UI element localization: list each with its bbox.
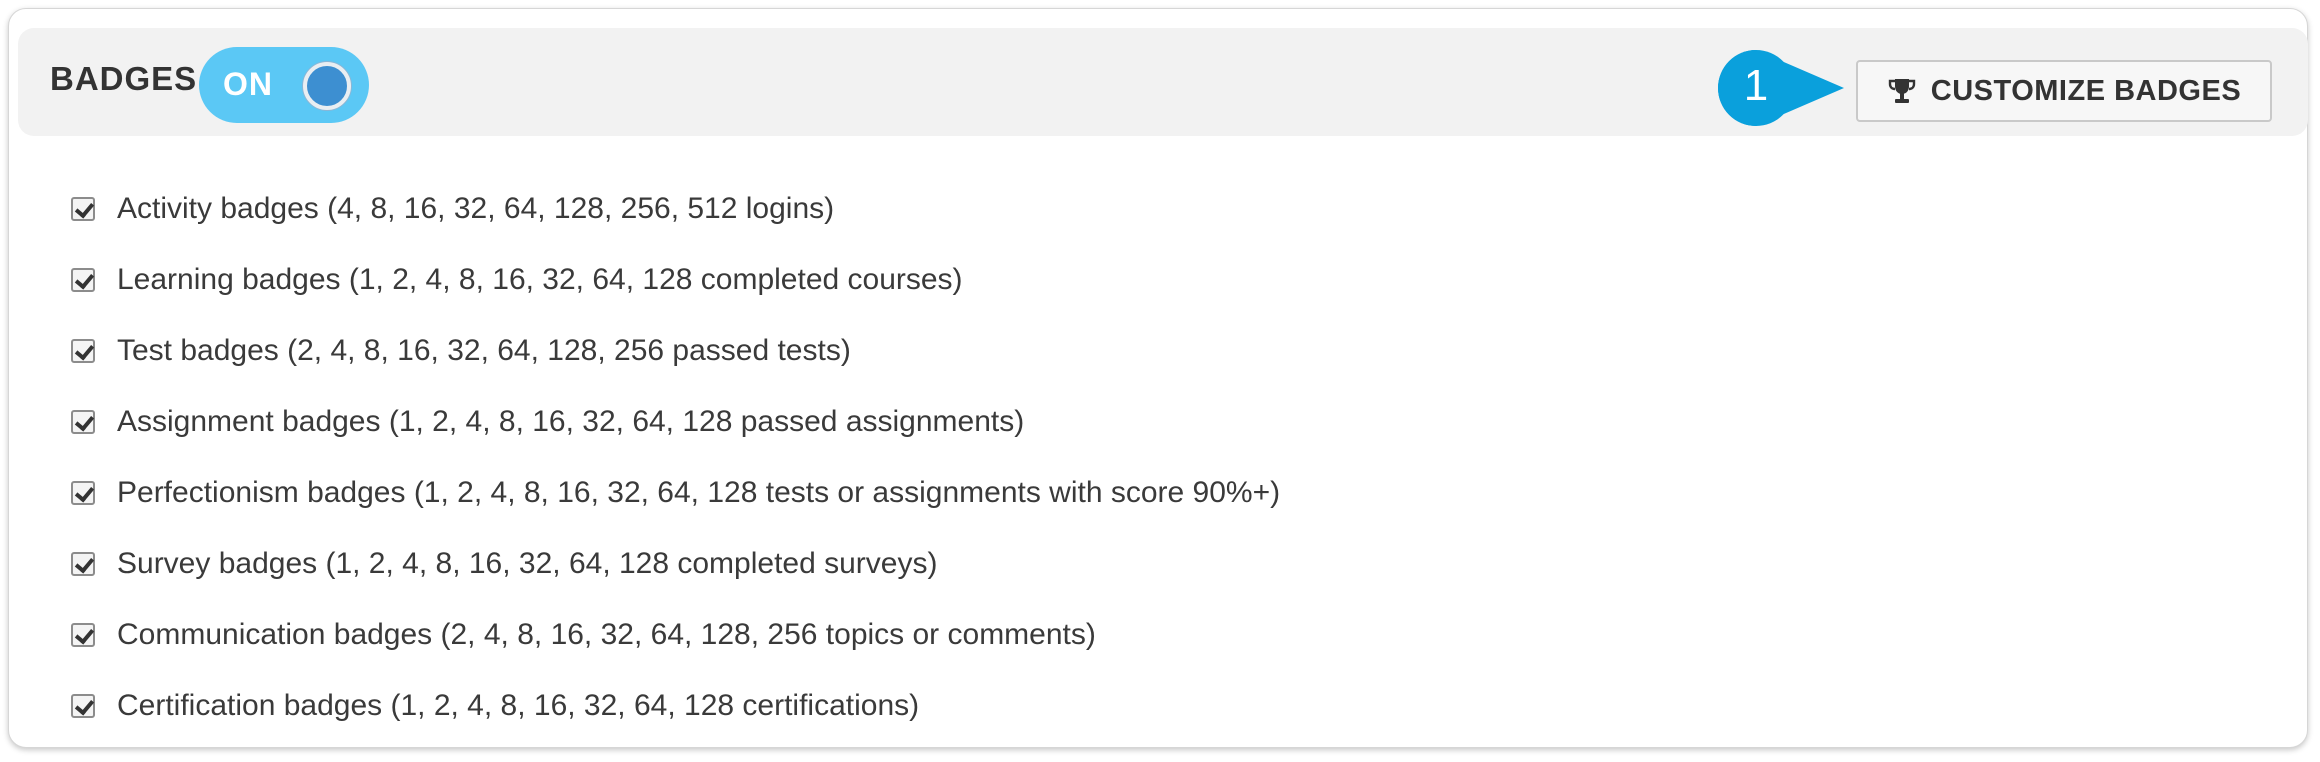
badge-option-certification: Certification badges (1, 2, 4, 8, 16, 32… bbox=[71, 686, 919, 726]
toggle-knob[interactable] bbox=[303, 62, 351, 110]
badge-option-learning: Learning badges (1, 2, 4, 8, 16, 32, 64,… bbox=[71, 260, 963, 300]
certification-badges-checkbox[interactable] bbox=[71, 694, 95, 718]
badge-option-label: Survey badges (1, 2, 4, 8, 16, 32, 64, 1… bbox=[117, 547, 938, 580]
badges-header: BADGES ON 1 CUSTOMIZE BADGES bbox=[18, 28, 2308, 136]
assignment-badges-checkbox[interactable] bbox=[71, 410, 95, 434]
communication-badges-checkbox[interactable] bbox=[71, 623, 95, 647]
badge-option-label: Activity badges (4, 8, 16, 32, 64, 128, … bbox=[117, 192, 835, 225]
badge-option-label: Perfectionism badges (1, 2, 4, 8, 16, 32… bbox=[117, 476, 1281, 509]
activity-badges-checkbox[interactable] bbox=[71, 197, 95, 221]
test-badges-checkbox[interactable] bbox=[71, 339, 95, 363]
trophy-icon bbox=[1888, 79, 1915, 103]
badge-option-communication: Communication badges (2, 4, 8, 16, 32, 6… bbox=[71, 615, 1096, 655]
section-title: BADGES bbox=[50, 60, 198, 97]
perfectionism-badges-checkbox[interactable] bbox=[71, 481, 95, 505]
badges-toggle[interactable]: ON bbox=[199, 47, 369, 123]
badge-option-activity: Activity badges (4, 8, 16, 32, 64, 128, … bbox=[71, 189, 834, 229]
callout-marker: 1 bbox=[1716, 48, 1846, 128]
customize-badges-label: CUSTOMIZE BADGES bbox=[1930, 74, 2242, 107]
learning-badges-checkbox[interactable] bbox=[71, 268, 95, 292]
badge-option-label: Communication badges (2, 4, 8, 16, 32, 6… bbox=[117, 618, 1096, 651]
badge-option-label: Test badges (2, 4, 8, 16, 32, 64, 128, 2… bbox=[117, 334, 851, 367]
badge-option-survey: Survey badges (1, 2, 4, 8, 16, 32, 64, 1… bbox=[71, 544, 937, 584]
badge-option-test: Test badges (2, 4, 8, 16, 32, 64, 128, 2… bbox=[71, 331, 851, 371]
toggle-label: ON bbox=[223, 66, 273, 102]
badge-option-label: Certification badges (1, 2, 4, 8, 16, 32… bbox=[117, 689, 920, 722]
callout-number: 1 bbox=[1743, 61, 1769, 110]
badges-panel: BADGES ON 1 CUSTOMIZE BADGES Activity ba… bbox=[8, 8, 2308, 748]
customize-badges-button[interactable]: CUSTOMIZE BADGES bbox=[1856, 60, 2272, 122]
badge-option-assignment: Assignment badges (1, 2, 4, 8, 16, 32, 6… bbox=[71, 402, 1024, 442]
badge-option-perfectionism: Perfectionism badges (1, 2, 4, 8, 16, 32… bbox=[71, 473, 1280, 513]
survey-badges-checkbox[interactable] bbox=[71, 552, 95, 576]
badge-option-label: Assignment badges (1, 2, 4, 8, 16, 32, 6… bbox=[117, 405, 1025, 438]
badge-option-label: Learning badges (1, 2, 4, 8, 16, 32, 64,… bbox=[117, 263, 963, 296]
